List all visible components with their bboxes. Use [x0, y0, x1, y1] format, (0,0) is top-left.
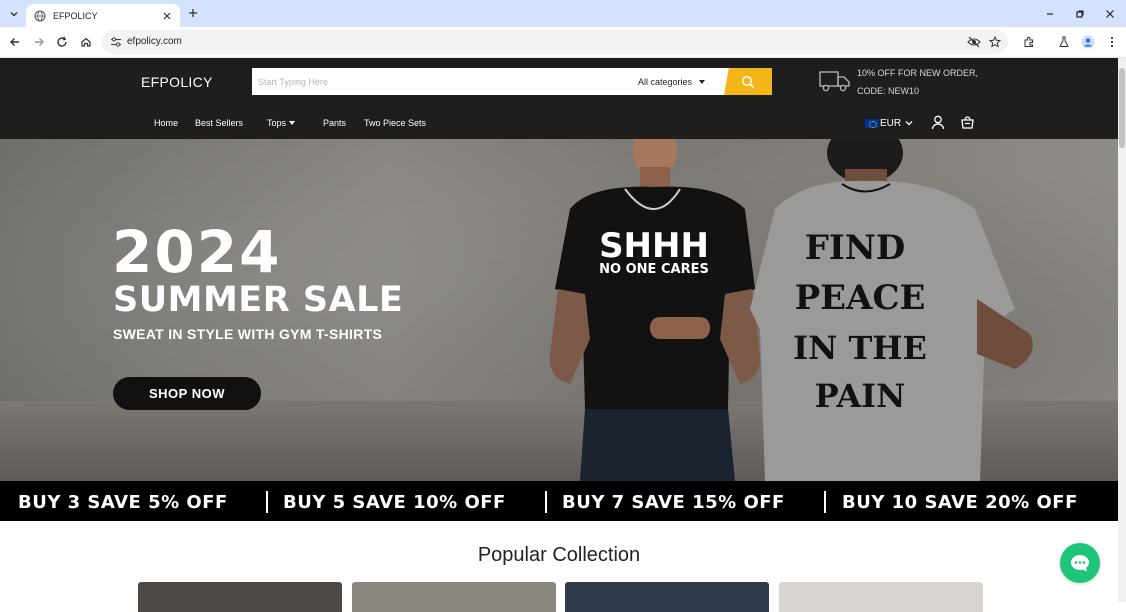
chevron-down-icon: [699, 79, 706, 84]
product-card[interactable]: [565, 582, 769, 612]
profile-avatar-icon[interactable]: [1080, 34, 1096, 50]
site-header: EFPOLICY All categories 10% OFF FOR NEW …: [0, 58, 1118, 139]
shirt-graphic-text-2: NO ONE CARES: [599, 262, 709, 277]
scrollbar-thumb[interactable]: [1119, 68, 1125, 148]
chat-icon: [1071, 555, 1089, 572]
forward-icon[interactable]: [31, 34, 47, 50]
address-bar[interactable]: efpolicy.com: [102, 30, 1008, 54]
back-icon[interactable]: [7, 34, 23, 50]
tab-title: EFPOLICY: [53, 10, 98, 21]
truck-icon: [819, 71, 850, 92]
nav-pants[interactable]: Pants: [323, 118, 346, 128]
extensions-icon[interactable]: [1021, 34, 1037, 50]
minimize-icon[interactable]: [1042, 6, 1058, 22]
browser-tab[interactable]: EFPOLICY: [26, 4, 180, 27]
shirt-back-text-line-2: PEACE: [795, 278, 926, 318]
offer-item: BUY 3 SAVE 5% OFF: [18, 492, 228, 513]
shirt-back-text-line-3: IN THE: [793, 329, 927, 367]
offer-strip: BUY 3 SAVE 5% OFF BUY 5 SAVE 10% OFF BUY…: [0, 481, 1118, 521]
page-scrollbar[interactable]: [1118, 58, 1126, 602]
nav-tops-label: Tops: [267, 118, 287, 128]
hero-title: SUMMER SALE: [113, 280, 404, 320]
search-input[interactable]: [252, 68, 632, 95]
nav-tops[interactable]: Tops: [267, 118, 296, 128]
user-icon[interactable]: [930, 114, 946, 130]
close-window-icon[interactable]: [1102, 6, 1118, 22]
currency-label: EUR: [880, 117, 902, 129]
offer-item: BUY 10 SAVE 20% OFF: [842, 492, 1078, 513]
chevron-down-icon: [289, 121, 296, 125]
labs-flask-icon[interactable]: [1056, 34, 1072, 50]
hero-subtitle: SWEAT IN STYLE WITH GYM T-SHIRTS: [113, 326, 383, 342]
tab-search-icon[interactable]: [5, 5, 23, 23]
reload-icon[interactable]: [54, 34, 70, 50]
eu-flag-icon: [865, 118, 879, 128]
browser-toolbar: efpolicy.com: [0, 27, 1126, 58]
offer-divider: [266, 491, 268, 513]
home-icon[interactable]: [78, 34, 94, 50]
browser-menu-icon[interactable]: [1104, 34, 1120, 50]
eye-off-icon[interactable]: [966, 34, 982, 50]
shirt-back-text-line-4: PAIN: [815, 377, 906, 415]
shop-now-button[interactable]: SHOP NOW: [113, 377, 261, 410]
product-card[interactable]: [352, 582, 556, 612]
popular-collection-title: Popular Collection: [477, 544, 641, 566]
globe-icon: [34, 10, 46, 21]
offer-divider: [824, 491, 826, 513]
shirt-back-text-line-1: FIND: [805, 228, 906, 268]
currency-selector[interactable]: EUR: [865, 116, 914, 130]
shirt-graphic-text-1: SHHH: [599, 226, 709, 266]
chat-button[interactable]: [1060, 543, 1100, 583]
hero-year: 2024: [112, 218, 282, 286]
hero-banner[interactable]: SHHH NO ONE CARES FIND PEACE IN THE PAIN…: [0, 139, 1118, 481]
product-card[interactable]: [779, 582, 983, 612]
offer-divider: [545, 491, 547, 513]
category-select[interactable]: All categories: [638, 68, 706, 95]
promo-line-2: CODE: NEW10: [857, 86, 920, 96]
search-icon: [741, 75, 755, 88]
close-tab-icon[interactable]: [160, 9, 174, 23]
restore-icon[interactable]: [1072, 6, 1088, 22]
url-text: efpolicy.com: [127, 36, 182, 47]
search-button[interactable]: [724, 68, 772, 95]
new-tab-icon[interactable]: [185, 5, 201, 21]
search-bar: All categories: [252, 68, 772, 95]
cart-icon[interactable]: [959, 114, 975, 130]
offer-item: BUY 7 SAVE 15% OFF: [562, 492, 785, 513]
category-select-label: All categories: [638, 76, 693, 87]
chevron-down-icon: [905, 121, 913, 126]
promo-notice: 10% OFF FOR NEW ORDER, CODE: NEW10: [819, 66, 1009, 100]
offer-item: BUY 5 SAVE 10% OFF: [283, 492, 506, 513]
model-grey-shirt-image: FIND PEACE IN THE PAIN: [750, 139, 1033, 481]
nav-two-piece-sets[interactable]: Two Piece Sets: [364, 118, 426, 128]
promo-line-1: 10% OFF FOR NEW ORDER,: [857, 68, 979, 78]
product-card[interactable]: [138, 582, 342, 612]
browser-tab-bar: EFPOLICY: [0, 0, 1126, 27]
site-settings-icon[interactable]: [109, 35, 123, 49]
nav-home[interactable]: Home: [154, 118, 178, 128]
model-black-shirt-image: SHHH NO ONE CARES: [549, 139, 761, 481]
bookmark-star-icon[interactable]: [987, 34, 1003, 50]
nav-best-sellers[interactable]: Best Sellers: [195, 118, 243, 128]
site-logo[interactable]: EFPOLICY: [141, 74, 213, 90]
